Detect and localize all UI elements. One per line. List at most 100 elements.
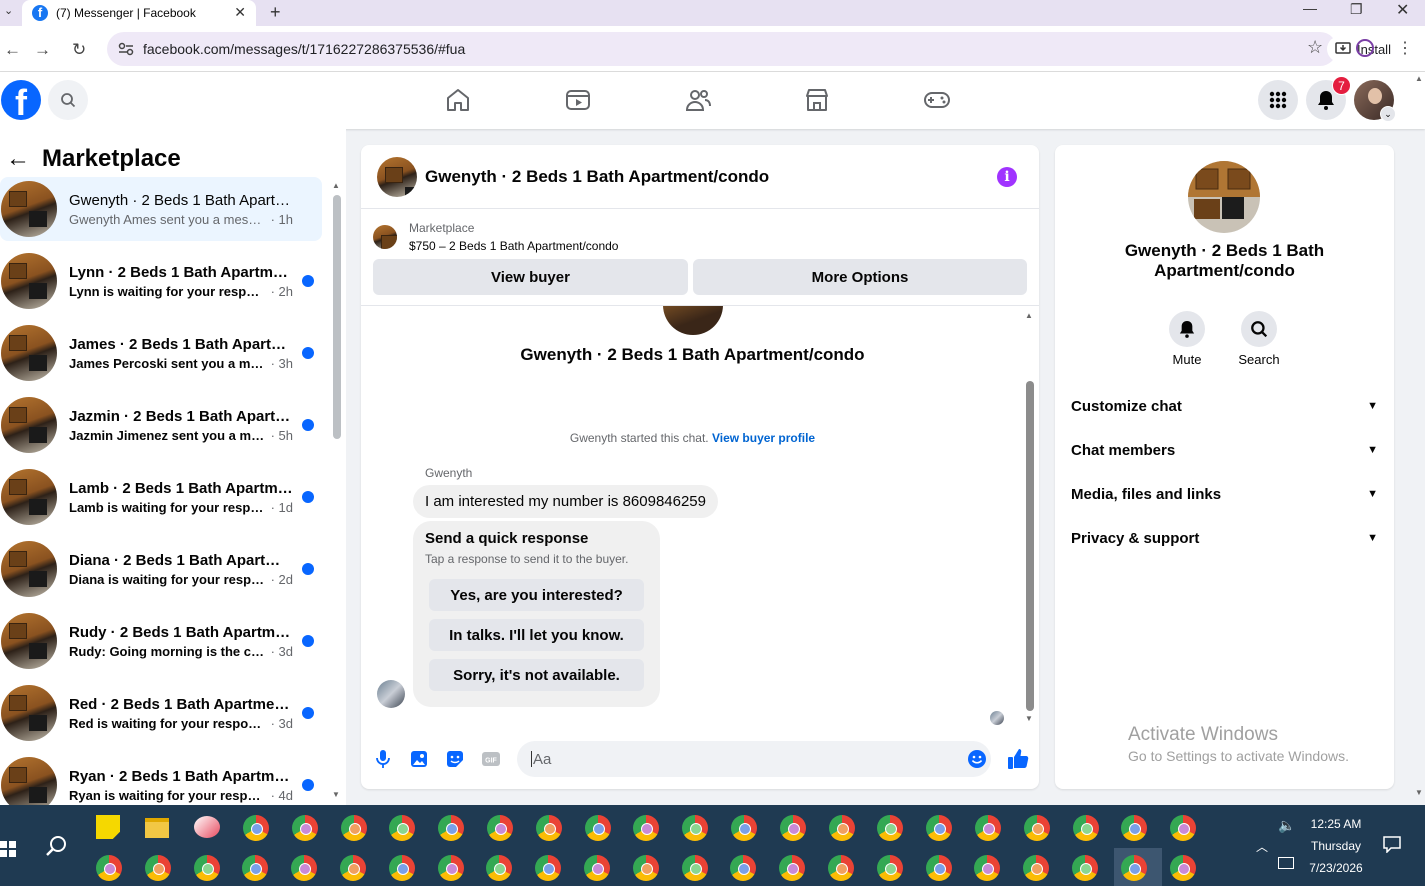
message-input[interactable]: Aa bbox=[517, 741, 991, 777]
chrome-taskbar-icon[interactable] bbox=[1024, 815, 1050, 841]
browser-menu-icon[interactable]: ⋮ bbox=[1397, 38, 1413, 58]
conversation-item[interactable]: Jazmin · 2 Beds 1 Bath Apartm... Jazmin J… bbox=[0, 393, 322, 457]
view-buyer-button[interactable]: View buyer bbox=[373, 259, 688, 295]
windows-start-icon[interactable] bbox=[0, 841, 16, 857]
facebook-logo-icon[interactable]: f bbox=[1, 80, 41, 120]
chrome-taskbar-icon[interactable] bbox=[96, 855, 122, 881]
tab-list-chevron-icon[interactable]: ⌄ bbox=[4, 4, 13, 17]
chrome-taskbar-icon[interactable] bbox=[535, 855, 561, 881]
profile-icon[interactable] bbox=[1356, 39, 1374, 57]
chrome-taskbar-icon[interactable] bbox=[1121, 815, 1147, 841]
reload-icon[interactable]: ↻ bbox=[72, 40, 86, 60]
chrome-taskbar-icon[interactable] bbox=[584, 855, 610, 881]
chrome-taskbar-icon[interactable] bbox=[292, 815, 318, 841]
notification-center-icon[interactable] bbox=[1382, 835, 1402, 853]
section-privacy-support[interactable]: Privacy & support ▼ bbox=[1071, 516, 1378, 560]
chrome-taskbar-icon[interactable] bbox=[926, 855, 952, 881]
file-explorer-icon[interactable] bbox=[145, 818, 169, 838]
chrome-taskbar-icon[interactable] bbox=[730, 855, 756, 881]
chrome-taskbar-icon[interactable] bbox=[194, 855, 220, 881]
conversation-item[interactable]: Diana · 2 Beds 1 Bath Apartme... Diana is… bbox=[0, 537, 322, 601]
paint-app-icon[interactable] bbox=[194, 816, 220, 838]
sticker-icon[interactable] bbox=[445, 749, 465, 769]
scroll-up-arrow-icon[interactable]: ▲ bbox=[332, 181, 340, 190]
chrome-taskbar-icon[interactable] bbox=[1023, 855, 1049, 881]
view-buyer-profile-link[interactable]: View buyer profile bbox=[712, 431, 815, 445]
chrome-taskbar-icon[interactable] bbox=[974, 855, 1000, 881]
gif-icon[interactable]: GIF bbox=[481, 749, 501, 769]
chrome-taskbar-icon[interactable] bbox=[1121, 855, 1147, 881]
clock-time[interactable]: 12:25 AM bbox=[1304, 817, 1368, 831]
back-icon[interactable]: ← bbox=[4, 40, 21, 60]
chrome-taskbar-icon[interactable] bbox=[780, 815, 806, 841]
chat-scroll-down-icon[interactable]: ▼ bbox=[1025, 714, 1033, 723]
browser-tab[interactable]: f (7) Messenger | Facebook ✕ bbox=[22, 0, 256, 26]
chrome-taskbar-icon[interactable] bbox=[487, 815, 513, 841]
menu-button[interactable] bbox=[1258, 80, 1298, 120]
minimize-icon[interactable]: — bbox=[1303, 0, 1317, 16]
volume-icon[interactable]: 🔈 bbox=[1278, 817, 1295, 834]
chrome-taskbar-icon[interactable] bbox=[438, 855, 464, 881]
search-in-chat-button[interactable]: Search bbox=[1229, 311, 1289, 367]
chrome-taskbar-icon[interactable] bbox=[145, 855, 171, 881]
conversation-item[interactable]: Gwenyth · 2 Beds 1 Bath Apartm... Gwenyth… bbox=[0, 177, 322, 241]
chrome-taskbar-icon[interactable] bbox=[1170, 815, 1196, 841]
network-icon[interactable] bbox=[1278, 857, 1294, 869]
chrome-taskbar-icon[interactable] bbox=[341, 815, 367, 841]
show-hidden-icons-chevron-icon[interactable]: ︿ bbox=[1256, 838, 1268, 855]
chrome-taskbar-icon[interactable] bbox=[682, 855, 708, 881]
info-icon[interactable]: i bbox=[997, 167, 1017, 187]
chrome-taskbar-icon[interactable] bbox=[926, 815, 952, 841]
page-scroll-down-icon[interactable]: ▼ bbox=[1415, 788, 1423, 797]
site-settings-icon[interactable] bbox=[118, 41, 134, 57]
conversation-item[interactable]: Lynn · 2 Beds 1 Bath Apartmen... Lynn is … bbox=[0, 249, 322, 313]
search-button[interactable] bbox=[48, 80, 88, 120]
sidebar-scrollbar[interactable] bbox=[333, 195, 341, 439]
chat-listing-thumbnail[interactable] bbox=[377, 156, 417, 197]
forward-icon[interactable]: → bbox=[34, 40, 51, 60]
conversation-item[interactable]: Ryan · 2 Beds 1 Bath Apartmen... Ryan is … bbox=[0, 753, 322, 805]
chrome-taskbar-icon[interactable] bbox=[291, 855, 317, 881]
quick-reply-interested-button[interactable]: Yes, are you interested? bbox=[429, 579, 644, 611]
bookmark-star-icon[interactable]: ☆ bbox=[1307, 37, 1323, 58]
home-icon[interactable] bbox=[444, 86, 472, 114]
chrome-taskbar-icon[interactable] bbox=[633, 815, 659, 841]
conversation-item[interactable]: Lamb · 2 Beds 1 Bath Apartme... Lamb is w… bbox=[0, 465, 322, 529]
quick-reply-in-talks-button[interactable]: In talks. I'll let you know. bbox=[429, 619, 644, 651]
conversation-item[interactable]: James · 2 Beds 1 Bath Apartme... James Pe… bbox=[0, 321, 322, 385]
chrome-taskbar-icon[interactable] bbox=[242, 855, 268, 881]
thumbs-up-icon[interactable] bbox=[1006, 747, 1030, 771]
conversation-item[interactable]: Rudy · 2 Beds 1 Bath Apartme... Rudy: Goi… bbox=[0, 609, 322, 673]
close-window-icon[interactable]: ✕ bbox=[1396, 0, 1409, 20]
chrome-taskbar-icon[interactable] bbox=[486, 855, 512, 881]
close-tab-icon[interactable]: ✕ bbox=[234, 4, 246, 21]
section-customize-chat[interactable]: Customize chat ▼ bbox=[1071, 384, 1378, 428]
new-tab-icon[interactable]: + bbox=[270, 2, 281, 23]
photo-icon[interactable] bbox=[409, 749, 429, 769]
listing-summary[interactable]: Marketplace $750 – 2 Beds 1 Bath Apartme… bbox=[373, 221, 618, 253]
chrome-taskbar-icon[interactable] bbox=[877, 855, 903, 881]
restore-icon[interactable]: ❐ bbox=[1350, 1, 1363, 18]
chrome-taskbar-icon[interactable] bbox=[731, 815, 757, 841]
address-bar[interactable]: facebook.com/messages/t/1716227286375536… bbox=[107, 32, 1399, 66]
page-scrollbar[interactable]: ▲ ▼ bbox=[1413, 72, 1425, 805]
chrome-taskbar-icon[interactable] bbox=[779, 855, 805, 881]
chrome-taskbar-icon[interactable] bbox=[243, 815, 269, 841]
video-icon[interactable] bbox=[564, 86, 592, 114]
page-scroll-up-icon[interactable]: ▲ bbox=[1415, 74, 1423, 83]
account-chevron-down-icon[interactable]: ⌄ bbox=[1380, 106, 1396, 122]
chrome-taskbar-icon[interactable] bbox=[1072, 855, 1098, 881]
sticky-notes-icon[interactable] bbox=[96, 815, 120, 839]
message-bubble[interactable]: I am interested my number is 8609846259 bbox=[413, 485, 718, 518]
more-options-button[interactable]: More Options bbox=[693, 259, 1027, 295]
quick-reply-not-available-button[interactable]: Sorry, it's not available. bbox=[429, 659, 644, 691]
mute-button[interactable]: Mute bbox=[1157, 311, 1217, 367]
chrome-taskbar-icon[interactable] bbox=[682, 815, 708, 841]
chrome-taskbar-icon[interactable] bbox=[585, 815, 611, 841]
chat-scroll-up-icon[interactable]: ▲ bbox=[1025, 311, 1033, 320]
chrome-taskbar-icon[interactable] bbox=[633, 855, 659, 881]
taskbar-search-icon[interactable] bbox=[46, 835, 68, 857]
chrome-taskbar-icon[interactable] bbox=[438, 815, 464, 841]
chat-title[interactable]: Gwenyth · 2 Beds 1 Bath Apartment/condo bbox=[425, 167, 769, 187]
chat-scrollbar[interactable] bbox=[1026, 381, 1034, 711]
